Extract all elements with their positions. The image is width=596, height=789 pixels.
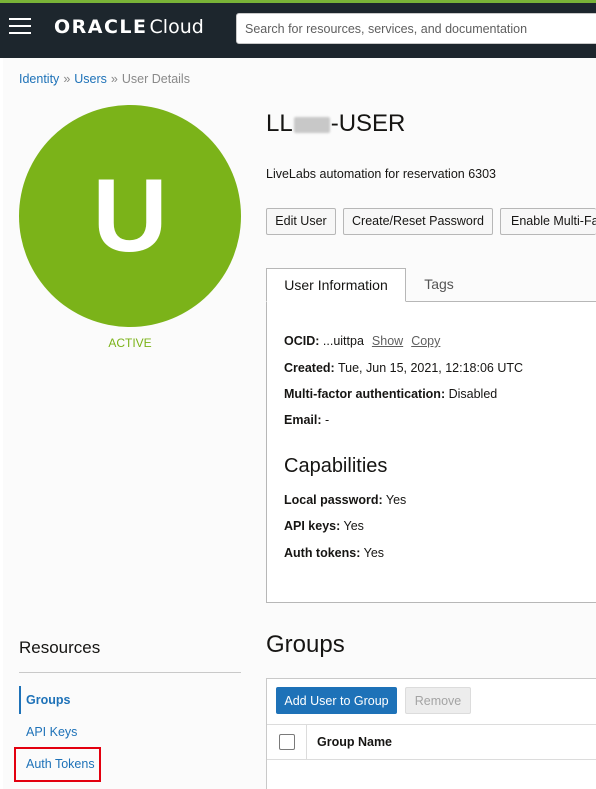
created-value: Tue, Jun 15, 2021, 12:18:06 UTC [337, 361, 524, 375]
mfa-label: Multi-factor authentication: [284, 387, 446, 401]
breadcrumb-users[interactable]: Users [74, 72, 107, 86]
auth-tokens-value: Yes [363, 546, 385, 560]
groups-table-header: Group Name [267, 724, 596, 760]
select-all-cell [267, 725, 307, 759]
breadcrumb-separator: » [63, 72, 71, 86]
logo-oracle-text: ORACLE [54, 16, 148, 38]
remove-button[interactable]: Remove [405, 687, 471, 714]
enable-mfa-button[interactable]: Enable Multi-Fa [500, 208, 596, 235]
ocid-value: ...uittpa [322, 334, 364, 348]
title-prefix: LL [266, 110, 293, 137]
highlight-annotation-box [14, 747, 101, 782]
ocid-copy-link[interactable]: Copy [411, 334, 440, 348]
local-password-row: Local password: Yes [284, 493, 406, 507]
tab-user-information[interactable]: User Information [266, 268, 406, 302]
add-user-to-group-button[interactable]: Add User to Group [276, 687, 397, 714]
oracle-cloud-logo[interactable]: ORACLE Cloud [54, 16, 204, 42]
email-value: - [325, 413, 330, 427]
user-description: LiveLabs automation for reservation 6303 [266, 167, 497, 181]
status-badge: ACTIVE [108, 336, 152, 350]
redacted-text [293, 116, 330, 133]
breadcrumb-identity[interactable]: Identity [19, 72, 59, 86]
api-keys-value: Yes [343, 519, 364, 533]
created-row: Created: Tue, Jun 15, 2021, 12:18:06 UTC [284, 361, 523, 375]
resource-item-groups[interactable]: Groups [19, 686, 241, 714]
avatar-letter: U [92, 158, 168, 274]
local-password-label: Local password: [284, 493, 383, 507]
resource-item-api-keys[interactable]: API Keys [19, 718, 241, 746]
groups-heading: Groups [266, 631, 345, 658]
logo-cloud-text: Cloud [149, 16, 204, 38]
ocid-label: OCID: [284, 334, 320, 348]
select-all-checkbox[interactable] [279, 734, 295, 750]
breadcrumb-separator: » [110, 72, 118, 86]
created-label: Created: [284, 361, 335, 375]
create-reset-password-button[interactable]: Create/Reset Password [343, 208, 493, 235]
auth-tokens-row: Auth tokens: Yes [284, 546, 384, 560]
email-label: Email: [284, 413, 322, 427]
local-password-value: Yes [385, 493, 407, 507]
resources-divider [19, 672, 241, 673]
mfa-row: Multi-factor authentication: Disabled [284, 387, 497, 401]
left-edge [0, 58, 3, 789]
page-title: LL -USER [266, 110, 405, 138]
api-keys-label: API keys: [284, 519, 341, 533]
auth-tokens-label: Auth tokens: [284, 546, 361, 560]
breadcrumb-current: User Details [121, 72, 190, 86]
header-accent-line [0, 0, 596, 3]
resources-heading: Resources [19, 638, 101, 657]
breadcrumb: Identity» Users» User Details [19, 72, 190, 86]
title-suffix: -USER [330, 110, 406, 137]
edit-user-button[interactable]: Edit User [266, 208, 336, 235]
email-row: Email: - [284, 413, 329, 427]
ocid-show-link[interactable]: Show [372, 334, 403, 348]
column-header-group-name[interactable]: Group Name [317, 735, 392, 749]
top-navigation-bar: ORACLE Cloud [0, 0, 596, 58]
capabilities-heading: Capabilities [284, 455, 388, 477]
ocid-row: OCID: ...uittpa Show Copy [284, 334, 440, 348]
user-avatar: U [19, 105, 241, 327]
hamburger-menu-icon[interactable] [9, 18, 31, 36]
tab-tags[interactable]: Tags [406, 268, 472, 302]
mfa-value: Disabled [448, 387, 498, 401]
api-keys-row: API keys: Yes [284, 519, 364, 533]
search-input[interactable] [236, 13, 596, 44]
